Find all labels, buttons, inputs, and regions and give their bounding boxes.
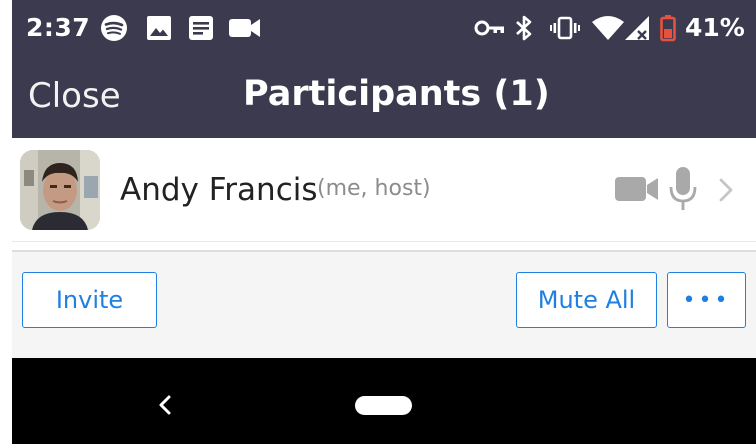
page-title: Participants (1) (243, 74, 550, 114)
status-bar: 2:37 41% (12, 0, 756, 56)
video-camera-icon (229, 19, 260, 37)
battery-low-icon (660, 15, 676, 42)
participant-row[interactable]: Andy Francis (me, host) (12, 138, 756, 242)
participant-role-tag: (me, host) (317, 176, 431, 201)
home-pill-button[interactable] (355, 396, 412, 415)
vpn-key-icon (474, 20, 504, 36)
more-options-button[interactable]: ••• (667, 272, 746, 328)
wifi-icon (592, 16, 624, 40)
header-bar: Close Participants (1) (12, 56, 756, 138)
action-bar: Invite Mute All ••• (12, 250, 756, 360)
participant-name: Andy Francis (120, 172, 318, 208)
chevron-right-icon[interactable] (718, 177, 734, 203)
app-screen: 2:37 41% Close Participants (1) Andy Fra… (12, 0, 756, 444)
video-camera-icon[interactable] (615, 175, 659, 203)
system-navigation-bar (12, 358, 756, 444)
avatar (20, 150, 100, 230)
bluetooth-icon (516, 15, 532, 41)
spotify-icon (101, 15, 127, 41)
close-button[interactable]: Close (28, 76, 121, 116)
news-icon (189, 16, 213, 40)
vibrate-icon (550, 16, 580, 40)
image-icon (147, 16, 171, 40)
mute-all-button[interactable]: Mute All (516, 272, 657, 328)
battery-percentage: 41% (685, 13, 745, 42)
microphone-icon[interactable] (669, 166, 697, 212)
signal-icon (625, 16, 649, 40)
status-time: 2:37 (26, 13, 91, 42)
invite-button[interactable]: Invite (22, 272, 157, 328)
back-icon[interactable] (157, 394, 173, 416)
